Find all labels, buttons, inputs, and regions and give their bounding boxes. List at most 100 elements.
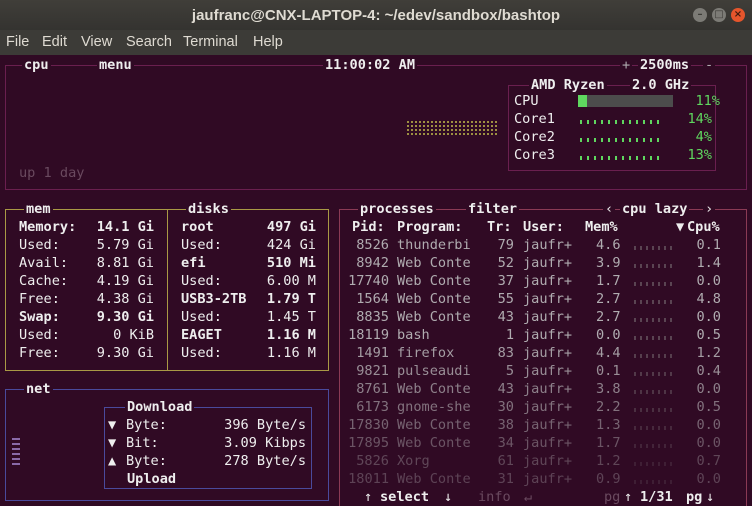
proc-cpu: 0.0 <box>696 273 721 289</box>
page-down-icon[interactable]: ↓ <box>704 488 717 506</box>
proc-program: Web Conte <box>397 309 471 325</box>
proc-pid: 17895 <box>348 435 389 451</box>
proc-program: gnome-she <box>397 399 471 415</box>
select-down-icon[interactable]: ↓ <box>442 488 455 506</box>
enter-icon: ↵ <box>522 488 535 506</box>
terminal-area[interactable]: cpu menu 11:00:02 AM + 2500ms - up 1 day… <box>0 55 752 506</box>
proc-pid: 18011 <box>348 471 389 487</box>
cpu-total-bar <box>578 95 673 107</box>
proc-mem: 4.4 <box>596 345 621 361</box>
proc-user: jaufr+ <box>523 327 573 343</box>
net-row-value: 278 Byte/s <box>224 453 306 469</box>
proc-cpu-graph <box>634 354 672 358</box>
menu-bar: File Edit View Search Terminal Help <box>0 30 752 55</box>
menu-view[interactable]: View <box>81 34 112 50</box>
proc-user: jaufr+ <box>523 399 573 415</box>
sort-mode[interactable]: cpu lazy <box>620 200 690 218</box>
minimize-icon[interactable]: – <box>693 8 707 22</box>
upload-label: Upload <box>125 470 179 488</box>
disk-row-key: USB3-2TB <box>181 291 247 307</box>
window-titlebar[interactable]: jaufranc@CNX-LAPTOP-4: ~/edev/sandbox/ba… <box>0 0 752 30</box>
proc-program: bash <box>397 327 430 343</box>
disk-row-value: 1.16 M <box>266 345 316 361</box>
menu-edit[interactable]: Edit <box>42 34 67 50</box>
processes-label[interactable]: processes <box>358 200 436 218</box>
maximize-icon[interactable]: □ <box>712 8 726 22</box>
mem-row-key: Used: <box>19 237 60 253</box>
col-program[interactable]: Program: <box>397 218 462 236</box>
menu-help[interactable]: Help <box>253 34 283 50</box>
clock: 11:00:02 AM <box>323 56 418 74</box>
mem-row-value: 0 KiB <box>113 327 154 343</box>
proc-cpu: 0.7 <box>696 453 721 469</box>
proc-cpu: 0.0 <box>696 309 721 325</box>
uptime: up 1 day <box>19 165 85 181</box>
core-graph <box>580 156 662 160</box>
proc-mem: 1.3 <box>596 417 621 433</box>
mem-row-key: Free: <box>19 345 60 361</box>
menu-search[interactable]: Search <box>126 34 172 50</box>
proc-user: jaufr+ <box>523 255 573 271</box>
cpu-row-name: Core2 <box>514 129 555 145</box>
proc-user: jaufr+ <box>523 309 573 325</box>
select-label[interactable]: select <box>378 488 432 506</box>
proc-cpu-graph <box>634 246 672 250</box>
disk-row-key: efi <box>181 255 206 271</box>
cpu-row-pct: 11% <box>695 93 720 109</box>
cpu-label: cpu <box>22 56 51 74</box>
mem-row-key: Memory: <box>19 219 77 235</box>
proc-user: jaufr+ <box>523 381 573 397</box>
proc-threads: 1 <box>505 327 514 343</box>
proc-user: jaufr+ <box>523 273 573 289</box>
mem-row-value: 14.1 Gi <box>96 219 154 235</box>
disk-row-value: 1.16 M <box>266 327 316 343</box>
col-user[interactable]: User: <box>523 218 564 236</box>
menu-terminal[interactable]: Terminal <box>183 34 238 50</box>
col-threads[interactable]: Tr: <box>487 218 512 236</box>
proc-pid: 1564 <box>356 291 389 307</box>
info-label[interactable]: info <box>476 488 513 506</box>
cpu-row-pct: 13% <box>687 147 712 163</box>
net-row-key: Bit: <box>126 435 159 451</box>
proc-cpu-graph <box>634 318 672 322</box>
cpu-graph <box>407 119 499 135</box>
proc-cpu-graph <box>634 282 672 286</box>
proc-cpu-graph <box>634 426 672 430</box>
proc-threads: 38 <box>497 417 514 433</box>
col-cpu[interactable]: Cpu% <box>687 218 720 236</box>
cpu-row-pct: 4% <box>695 129 712 145</box>
interval-plus-button[interactable]: + <box>620 56 633 74</box>
mem-row-key: Free: <box>19 291 60 307</box>
mem-row-value: 8.81 Gi <box>96 255 154 271</box>
proc-mem: 1.2 <box>596 453 621 469</box>
select-up-icon[interactable]: ↑ <box>362 488 375 506</box>
proc-cpu: 1.2 <box>696 345 721 361</box>
proc-mem: 1.7 <box>596 273 621 289</box>
proc-mem: 0.0 <box>596 327 621 343</box>
close-icon[interactable]: × <box>731 8 745 22</box>
sort-right-button[interactable]: › <box>703 200 716 218</box>
net-graph <box>12 437 20 465</box>
col-pid[interactable]: Pid: <box>352 218 385 236</box>
filter-label[interactable]: filter <box>466 200 520 218</box>
col-mem[interactable]: Mem% <box>585 218 618 236</box>
pg-label: pg <box>602 488 623 506</box>
net-label: net <box>24 380 53 398</box>
proc-cpu: 0.5 <box>696 327 721 343</box>
interval-minus-button[interactable]: - <box>703 56 716 74</box>
disk-row-value: 1.45 T <box>266 309 316 325</box>
proc-program: firefox <box>397 345 455 361</box>
proc-user: jaufr+ <box>523 471 573 487</box>
sort-left-button[interactable]: ‹ <box>603 200 616 218</box>
proc-pid: 8526 <box>356 237 389 253</box>
net-arrow-icon: ▼ <box>108 417 117 433</box>
menu-file[interactable]: File <box>6 34 29 50</box>
proc-pid: 9821 <box>356 363 389 379</box>
proc-pid: 18119 <box>348 327 389 343</box>
cpu-row-pct: 14% <box>687 111 712 127</box>
proc-pid: 8761 <box>356 381 389 397</box>
cpu-freq: 2.0 GHz <box>630 76 692 94</box>
download-label: Download <box>125 398 195 416</box>
page-up-icon[interactable]: ↑ <box>622 488 635 506</box>
menu-label[interactable]: menu <box>97 56 134 74</box>
